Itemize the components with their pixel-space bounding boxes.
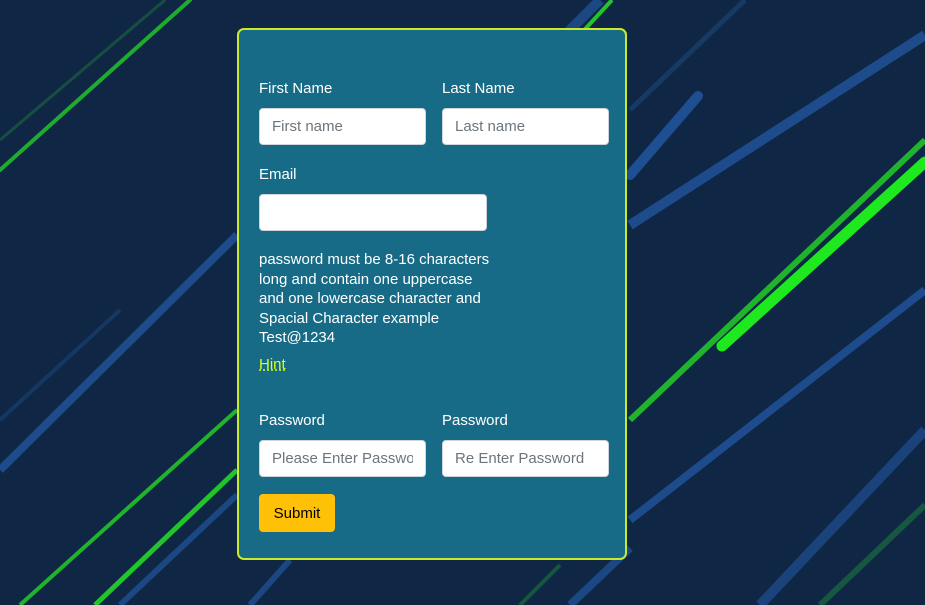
- stripe: [625, 91, 703, 180]
- first-name-label: First Name: [259, 80, 333, 97]
- last-name-input[interactable]: [442, 108, 609, 145]
- hint-link[interactable]: Hint: [259, 356, 286, 374]
- submit-button[interactable]: Submit: [259, 494, 335, 532]
- password-input[interactable]: [259, 440, 426, 477]
- stripe: [247, 558, 293, 605]
- stripe: [93, 468, 239, 605]
- email-input[interactable]: [259, 194, 487, 231]
- first-name-input[interactable]: [259, 108, 426, 145]
- stripe: [0, 232, 240, 473]
- stripe: [756, 426, 925, 605]
- stripe: [518, 563, 562, 605]
- stripe: [117, 492, 240, 605]
- confirm-password-input[interactable]: [442, 440, 609, 477]
- stripe: [627, 286, 925, 524]
- last-name-label: Last Name: [442, 80, 515, 97]
- stripe: [0, 0, 192, 172]
- password-requirements-text: password must be 8-16 characters long an…: [259, 251, 490, 346]
- confirm-password-label: Password: [442, 412, 508, 429]
- stripe: [628, 0, 747, 112]
- stripe: [627, 137, 925, 423]
- registration-form-card: First Name Last Name Email password must…: [237, 28, 627, 560]
- stripe: [0, 0, 166, 142]
- password-label: Password: [259, 412, 325, 429]
- email-label: Email: [259, 166, 297, 183]
